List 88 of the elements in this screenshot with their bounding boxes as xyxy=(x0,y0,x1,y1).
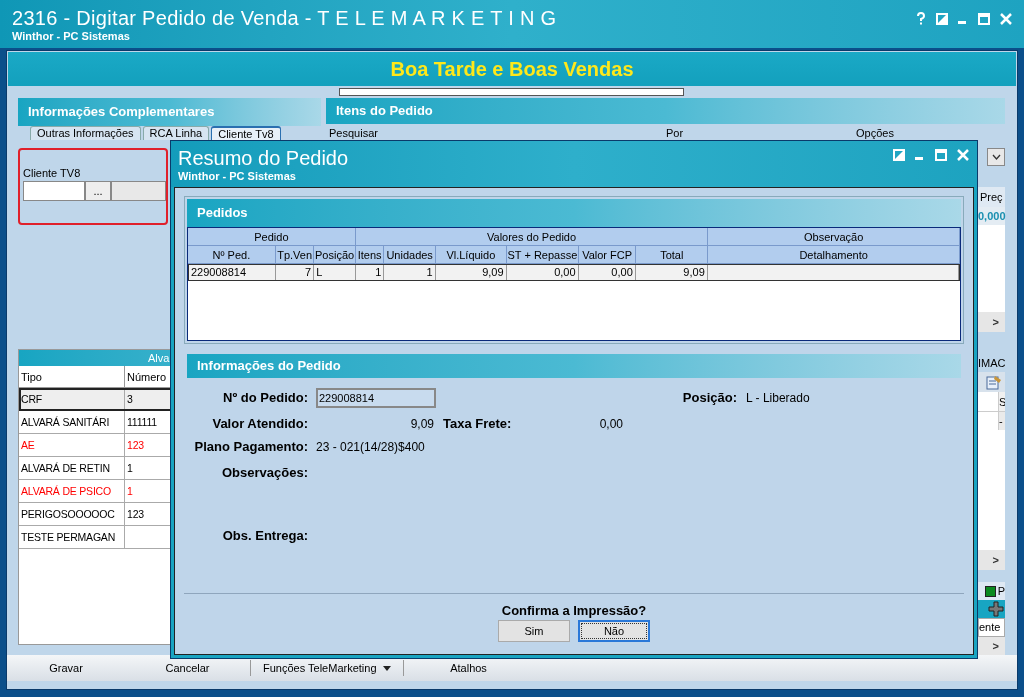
legend-swatch xyxy=(985,585,996,597)
table-cell: 9,09 xyxy=(635,265,708,280)
panel-header: Itens do Pedido xyxy=(326,98,1005,124)
column-header: ST + Repasse xyxy=(506,246,579,263)
table-cell: TESTE PERMAGAN xyxy=(19,526,125,548)
field-value: L - Liberado xyxy=(746,390,810,407)
table-cell: 9,09 xyxy=(435,265,507,280)
column-header: S xyxy=(998,392,1005,411)
table-cell: CRF xyxy=(19,388,125,410)
column-header: Total xyxy=(636,246,709,263)
table-cell: 0,00 xyxy=(578,265,636,280)
column-header: Detalhamento xyxy=(708,246,960,263)
table-cell: ente xyxy=(978,618,1005,637)
column-header: Itens xyxy=(355,246,385,263)
field-label: Por xyxy=(666,127,684,139)
field-label: Opções xyxy=(856,127,894,139)
field-label: Nº do Pedido: xyxy=(222,389,308,408)
table-cell: L xyxy=(314,265,356,280)
field-label: Valor Atendido: xyxy=(211,415,308,434)
table-cell: 0,00 xyxy=(506,265,579,280)
field-label: Obs. Entrega: xyxy=(221,527,308,546)
client-name-field xyxy=(111,181,166,201)
restore-icon[interactable] xyxy=(893,149,905,161)
clipboard-icon[interactable] xyxy=(986,374,1002,390)
column-group-header: Pedido xyxy=(188,228,356,245)
field-value: 9,09 xyxy=(409,416,434,433)
close-icon[interactable] xyxy=(1000,12,1012,25)
field-label: Cliente TV8 xyxy=(23,166,82,180)
table-cell: 0,000 xyxy=(978,207,1005,225)
dropdown-button[interactable] xyxy=(987,148,1005,166)
tab[interactable]: Outras Informações xyxy=(30,126,141,140)
toolbar-button[interactable]: Gravar xyxy=(49,659,83,677)
field-label: Observações: xyxy=(221,464,308,483)
field-label: Taxa Frete: xyxy=(443,415,513,434)
tab[interactable]: RCA Linha xyxy=(142,126,210,140)
table-cell: ALVARÁ DE PSICO xyxy=(19,480,125,502)
toolbar-button[interactable]: Cancelar xyxy=(165,659,210,677)
confirm-question: Confirma a Impressão? xyxy=(501,603,647,618)
table-cell: 229008814 xyxy=(189,265,276,280)
browse-button[interactable]: ... xyxy=(85,181,111,201)
column-header: Tipo xyxy=(19,366,125,387)
column-header: Unidades xyxy=(384,246,436,263)
table-cell: 1 xyxy=(355,265,385,280)
table-cell: - xyxy=(998,412,1005,430)
field-value: 0,00 xyxy=(598,416,623,433)
close-icon[interactable] xyxy=(957,149,969,161)
help-icon[interactable] xyxy=(916,12,926,25)
column-header: Nº Ped. xyxy=(188,246,276,263)
table-cell: 1 xyxy=(384,265,436,280)
column-header: Valor FCP xyxy=(578,246,637,263)
table-cell: AE xyxy=(19,434,125,456)
caret-icon xyxy=(382,665,391,671)
dialog-button[interactable]: Sim xyxy=(498,620,570,642)
field-label: Posição: xyxy=(681,389,737,408)
table-cell: 7 xyxy=(275,265,315,280)
window-title: 2316 - Digitar Pedido de Venda - T E L E M A R K E T I N G xyxy=(12,6,557,30)
plus-icon[interactable] xyxy=(988,601,1004,617)
column-group-header: Observação xyxy=(708,228,960,245)
section-label: IMAC xyxy=(978,356,1005,371)
maximize-icon[interactable] xyxy=(978,12,990,25)
column-header: Vl.Líquido xyxy=(435,246,507,263)
legend-label: P xyxy=(997,584,1005,598)
panel-header: Pedidos xyxy=(187,199,961,227)
greeting-banner: Boa Tarde e Boas Vendas xyxy=(8,52,1016,86)
column-header: Tp.Ven xyxy=(275,246,315,263)
panel-header: Informações Complementares xyxy=(18,98,321,126)
dialog-title: Resumo do Pedido xyxy=(178,146,349,170)
table-cell: ALVARÁ SANITÁRI xyxy=(19,411,125,433)
column-header: Preç xyxy=(978,187,1005,207)
window-subtitle: Winthor - PC Sistemas xyxy=(12,30,130,43)
restore-icon[interactable] xyxy=(936,12,948,25)
table-cell: PERIGOSOOOOOC xyxy=(19,503,125,525)
chevron-down-icon xyxy=(991,154,1001,160)
client-code-field[interactable] xyxy=(23,181,85,201)
dialog-subtitle: Winthor - PC Sistemas xyxy=(178,170,296,183)
maximize-icon[interactable] xyxy=(935,149,947,161)
panel-header: Informações do Pedido xyxy=(187,354,961,378)
order-number-field: 229008814 xyxy=(316,388,436,408)
menu-button[interactable]: Funções TeleMarketing xyxy=(263,659,391,677)
field-label: Pesquisar xyxy=(329,127,378,139)
tab[interactable]: Cliente Tv8 xyxy=(211,126,281,140)
table-row[interactable]: 229008814 7 L 1 1 9,09 0,00 0,00 9,09 xyxy=(188,264,960,281)
column-header: Posição xyxy=(314,246,356,263)
column-group-header: Valores do Pedido xyxy=(355,228,709,245)
table-cell: ALVARÁ DE RETIN xyxy=(19,457,125,479)
dropdown-bar[interactable] xyxy=(339,88,684,96)
dialog-button[interactable]: Não xyxy=(578,620,650,642)
toolbar-button[interactable]: Atalhos xyxy=(450,659,487,677)
